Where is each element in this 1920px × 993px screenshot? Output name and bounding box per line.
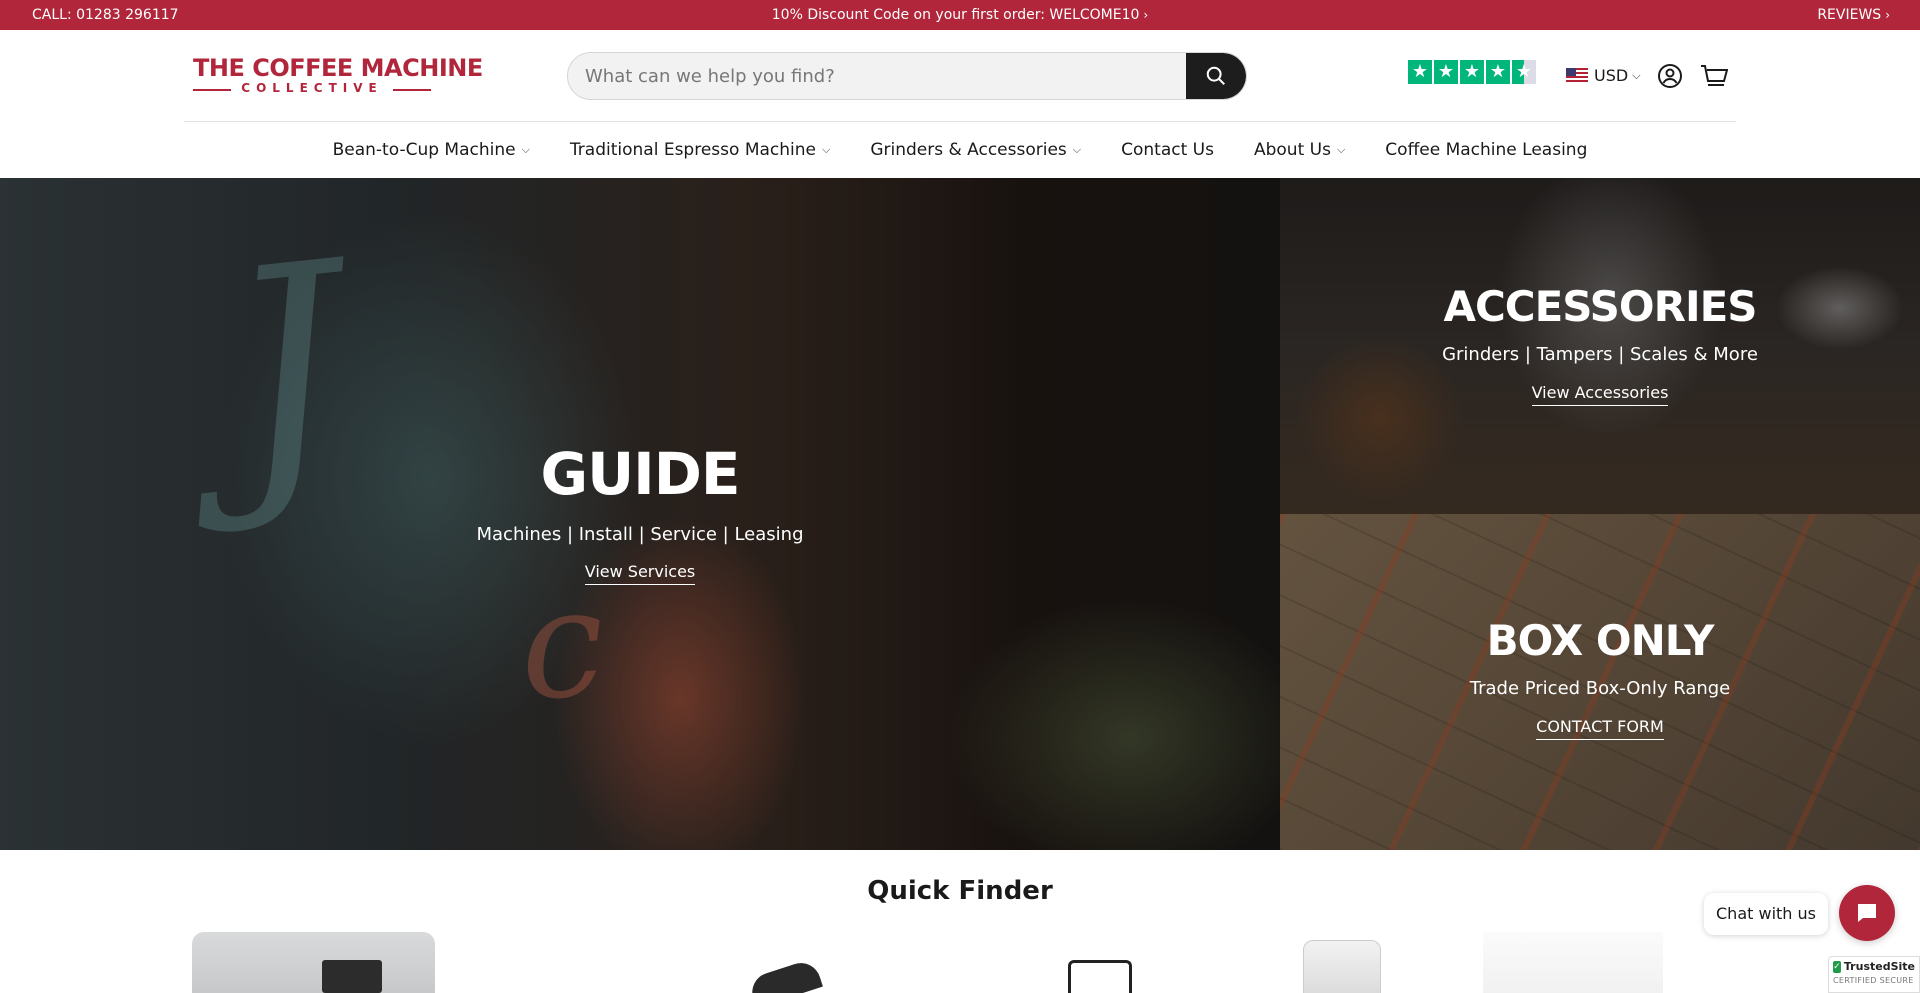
- chat-icon: [1858, 904, 1876, 922]
- us-flag-icon: [1566, 68, 1588, 83]
- logo-line1: THE COFFEE MACHINE: [193, 54, 483, 82]
- guide-panel[interactable]: J c GUIDE Machines | Install | Service |…: [0, 178, 1280, 850]
- chevron-down-icon: ⌵: [1632, 68, 1641, 82]
- star-icon: ★: [1434, 60, 1458, 84]
- image-overlay: [0, 178, 1280, 850]
- guide-title: GUIDE: [540, 440, 740, 508]
- nav-label: Grinders & Accessories: [870, 140, 1067, 160]
- trustedsite-name: TrustedSite: [1843, 960, 1915, 973]
- reviews-link[interactable]: REVIEWS ›: [1817, 7, 1890, 23]
- search-input[interactable]: [568, 53, 1188, 99]
- quick-finder-item[interactable]: [1066, 932, 1132, 993]
- nav-label: Coffee Machine Leasing: [1385, 140, 1588, 160]
- site-header: THE COFFEE MACHINE COLLECTIVE ★ ★ ★ ★ ★ …: [0, 30, 1920, 122]
- logo-line2: COLLECTIVE: [241, 81, 383, 95]
- view-services-link[interactable]: View Services: [0, 562, 1280, 585]
- chevron-down-icon: ⌵: [1072, 143, 1082, 156]
- promo-text: 10% Discount Code on your first order: W…: [771, 7, 1140, 23]
- chevron-right-icon: ›: [1885, 8, 1890, 22]
- chevron-down-icon: ⌵: [1336, 143, 1346, 156]
- box-only-title: BOX ONLY: [1486, 616, 1715, 665]
- accessories-panel[interactable]: ACCESSORIES Grinders | Tampers | Scales …: [1280, 178, 1920, 514]
- quick-finder-item[interactable]: [735, 932, 875, 993]
- logo-rule: [393, 89, 431, 91]
- nav-label: Bean-to-Cup Machine: [332, 140, 516, 160]
- quick-finder-title: Quick Finder: [867, 876, 1053, 906]
- star-half-icon: ★: [1512, 60, 1536, 84]
- view-services-label: View Services: [584, 562, 696, 585]
- contact-form-label: CONTACT FORM: [1536, 717, 1664, 740]
- box-only-subtitle: Trade Priced Box-Only Range: [1469, 678, 1731, 699]
- promo-link[interactable]: 10% Discount Code on your first order: W…: [0, 7, 1920, 23]
- nav-item-about-us[interactable]: About Us ⌵: [1234, 140, 1365, 160]
- nav-label: Traditional Espresso Machine: [569, 140, 816, 160]
- contact-form-link[interactable]: CONTACT FORM: [1280, 717, 1920, 740]
- accessories-title: ACCESSORIES: [1443, 282, 1757, 331]
- nav-item-traditional-espresso[interactable]: Traditional Espresso Machine ⌵: [550, 140, 850, 160]
- reviews-text: REVIEWS: [1817, 7, 1882, 23]
- nav-item-grinders-accessories[interactable]: Grinders & Accessories ⌵: [850, 140, 1101, 160]
- nav-label: About Us: [1253, 140, 1331, 160]
- check-icon: ✓: [1833, 960, 1841, 973]
- trustedsite-tagline: CERTIFIED SECURE: [1833, 976, 1914, 985]
- star-icon: ★: [1486, 60, 1510, 84]
- currency-selector[interactable]: USD ⌵: [1566, 66, 1641, 85]
- trustedsite-badge[interactable]: ✓ TrustedSite CERTIFIED SECURE: [1828, 956, 1920, 993]
- chevron-down-icon: ⌵: [821, 143, 831, 156]
- search-button[interactable]: [1186, 53, 1246, 99]
- account-icon[interactable]: [1657, 63, 1683, 89]
- quick-finder-item[interactable]: [1303, 932, 1381, 993]
- nav-item-contact-us[interactable]: Contact Us: [1101, 140, 1234, 160]
- announcement-bar: CALL: 01283 296117 10% Discount Code on …: [0, 0, 1920, 30]
- currency-label: USD: [1594, 66, 1629, 85]
- search-bar: [567, 52, 1247, 100]
- trustpilot-rating[interactable]: ★ ★ ★ ★ ★: [1408, 60, 1536, 84]
- quick-finder-item[interactable]: [192, 932, 435, 993]
- nav-label: Contact Us: [1121, 140, 1214, 160]
- search-icon: [1206, 66, 1225, 85]
- chevron-right-icon: ›: [1143, 8, 1149, 22]
- chat-prompt[interactable]: Chat with us: [1704, 893, 1828, 935]
- nav-item-bean-to-cup[interactable]: Bean-to-Cup Machine ⌵: [313, 140, 550, 160]
- chevron-down-icon: ⌵: [521, 143, 530, 156]
- view-accessories-label: View Accessories: [1531, 383, 1669, 406]
- star-icon: ★: [1460, 60, 1484, 84]
- logo-line2-row: COLLECTIVE: [193, 81, 431, 97]
- cart-icon[interactable]: [1700, 63, 1728, 89]
- quick-finder-item[interactable]: [1483, 932, 1663, 993]
- accessories-subtitle: Grinders | Tampers | Scales & More: [1442, 344, 1758, 365]
- guide-subtitle: Machines | Install | Service | Leasing: [476, 524, 804, 545]
- box-only-panel[interactable]: BOX ONLY Trade Priced Box-Only Range CON…: [1280, 514, 1920, 850]
- hero-section: J c GUIDE Machines | Install | Service |…: [0, 178, 1920, 850]
- logo[interactable]: THE COFFEE MACHINE COLLECTIVE: [193, 54, 483, 97]
- star-icon: ★: [1408, 60, 1432, 84]
- main-nav: Bean-to-Cup Machine ⌵ Traditional Espress…: [0, 122, 1920, 178]
- view-accessories-link[interactable]: View Accessories: [1280, 383, 1920, 406]
- chat-button[interactable]: [1839, 885, 1895, 941]
- nav-item-leasing[interactable]: Coffee Machine Leasing: [1365, 140, 1607, 160]
